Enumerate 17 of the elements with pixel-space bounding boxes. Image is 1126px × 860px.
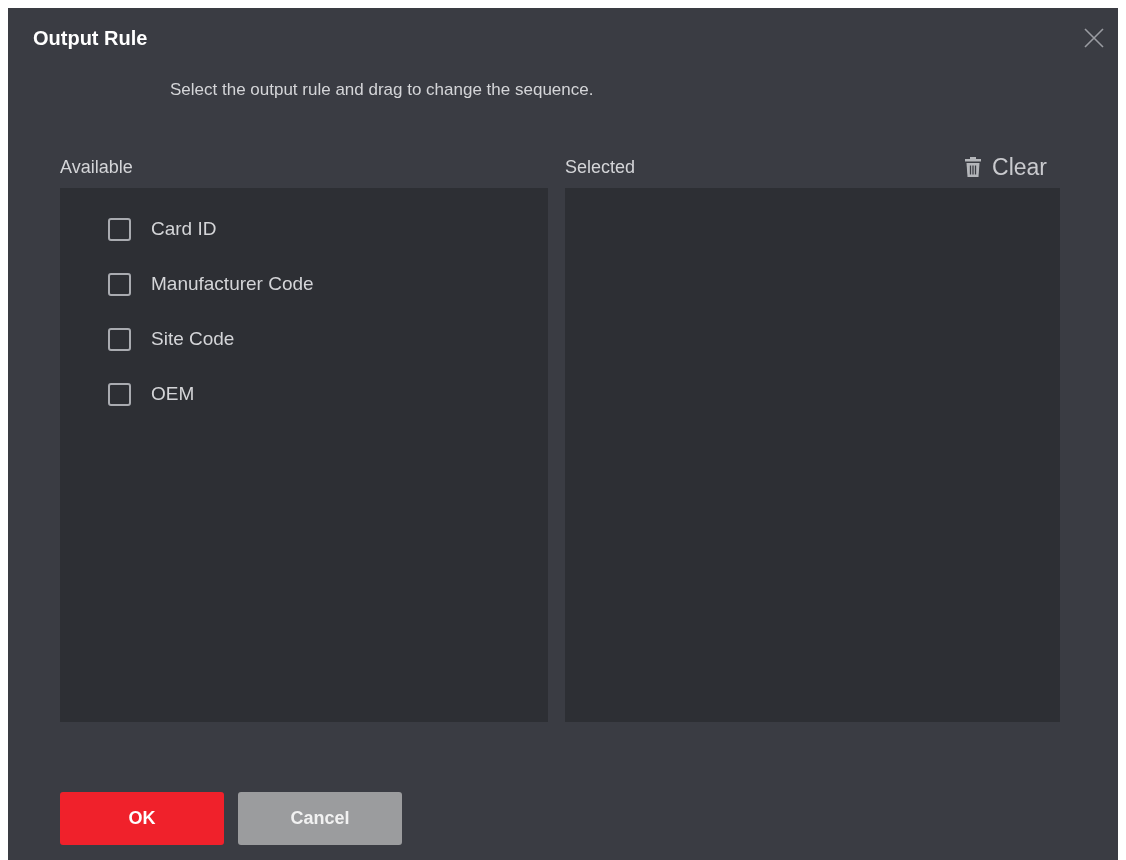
option-label[interactable]: OEM	[151, 380, 195, 409]
close-icon	[1084, 28, 1104, 48]
dialog-title: Output Rule	[33, 26, 148, 50]
checkbox[interactable]	[108, 383, 131, 406]
selected-label: Selected	[565, 155, 636, 179]
checkbox[interactable]	[108, 218, 131, 241]
ok-button[interactable]: OK	[60, 792, 224, 845]
available-label: Available	[60, 155, 133, 179]
checkbox[interactable]	[108, 273, 131, 296]
option-label[interactable]: Card ID	[151, 215, 217, 244]
option-label[interactable]: Manufacturer Code	[151, 270, 314, 299]
close-button[interactable]	[1082, 26, 1106, 50]
checkbox[interactable]	[108, 328, 131, 351]
clear-button[interactable]: Clear	[964, 153, 1047, 181]
instruction-text: Select the output rule and drag to change the sequence.	[170, 80, 594, 99]
option-label[interactable]: Site Code	[151, 325, 235, 354]
trash-icon	[964, 156, 983, 178]
